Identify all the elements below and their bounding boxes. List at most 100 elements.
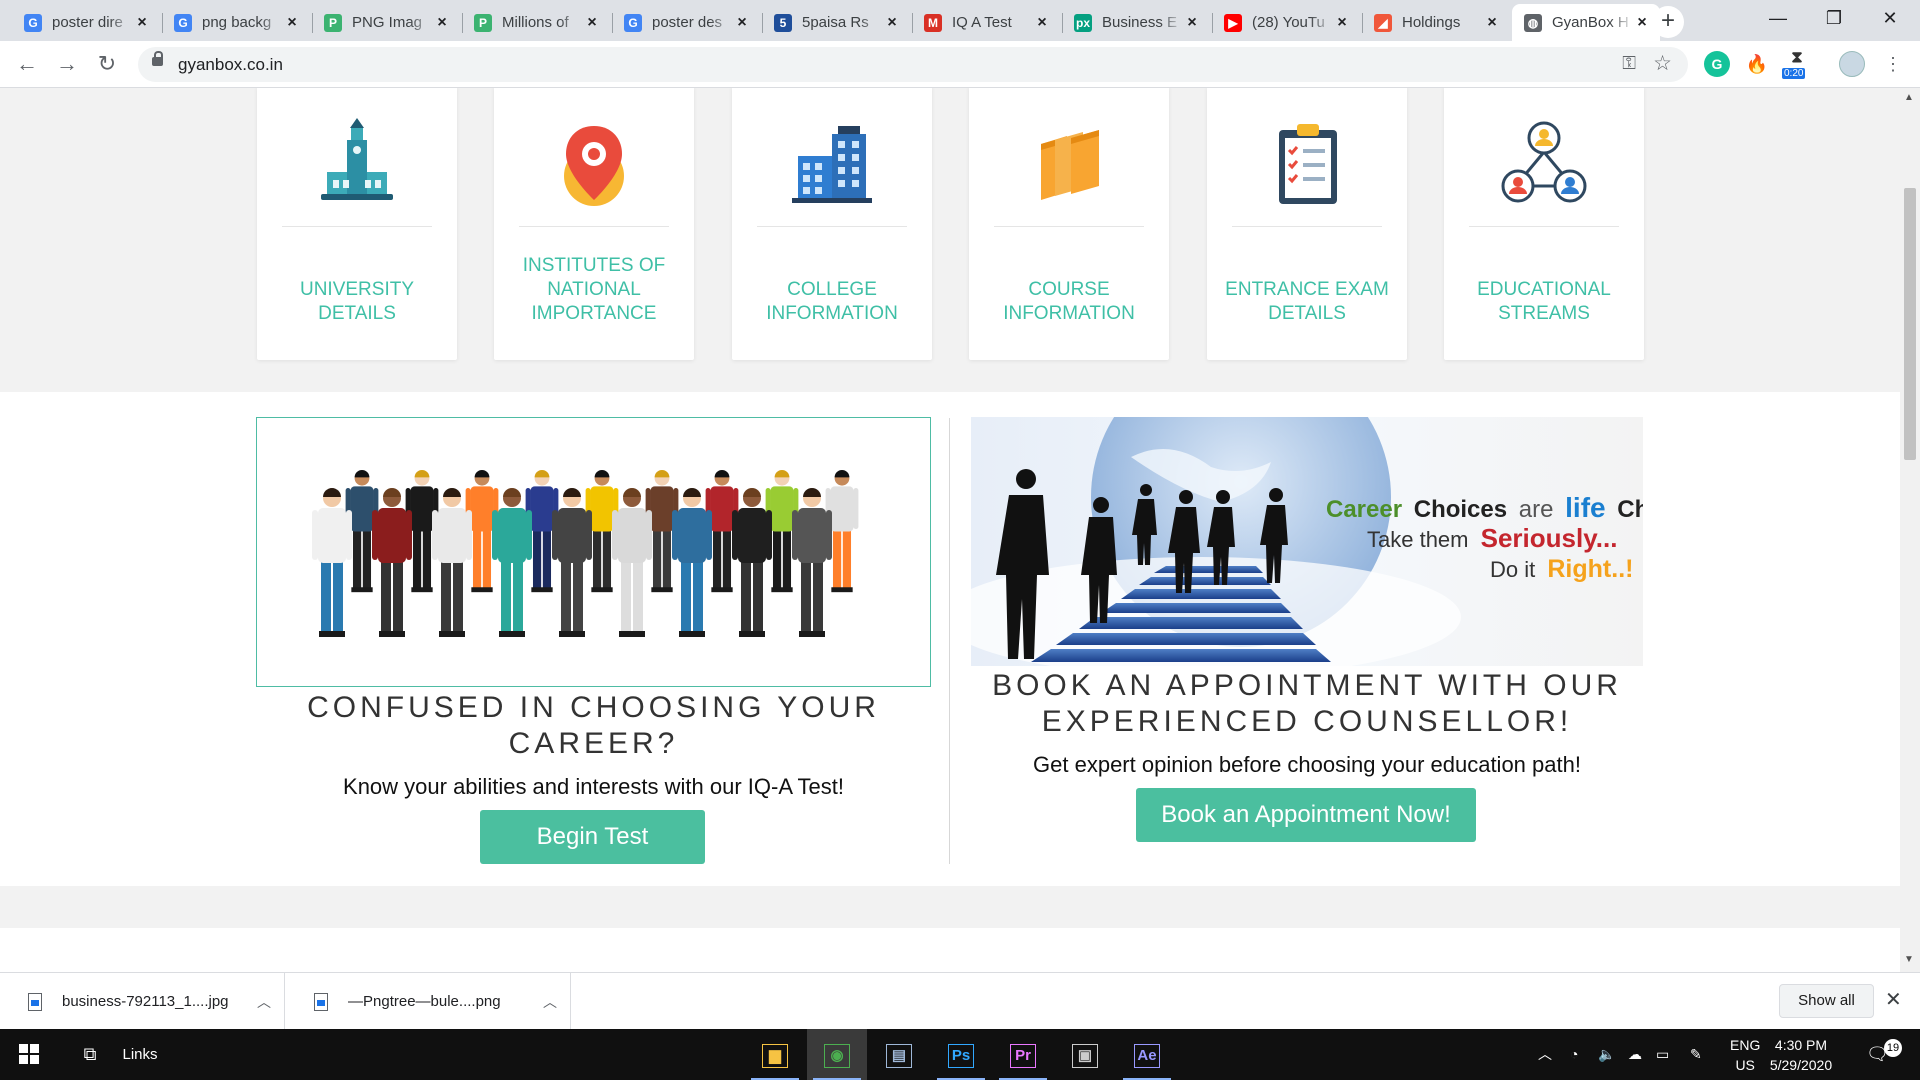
- tab-title[interactable]: GyanBox H: [1552, 14, 1634, 31]
- begin-test-button[interactable]: Begin Test: [480, 810, 705, 864]
- close-icon[interactable]: ✕: [1885, 987, 1902, 1012]
- lock-icon[interactable]: [152, 51, 163, 66]
- card-entrance-exam-details[interactable]: ENTRANCE EXAM DETAILS: [1207, 88, 1407, 360]
- download-item[interactable]: —Pngtree—bule....png ︿: [286, 973, 571, 1030]
- card-label[interactable]: EDUCATIONAL STREAMS: [1454, 278, 1634, 326]
- tab-title[interactable]: 5paisa Rs: [802, 14, 884, 31]
- minimize-button[interactable]: —: [1750, 0, 1806, 36]
- close-tab-icon[interactable]: ×: [584, 14, 600, 32]
- tab-title[interactable]: Business E: [1102, 14, 1184, 31]
- close-tab-icon[interactable]: ×: [134, 14, 150, 32]
- photoshop-icon[interactable]: Ps: [931, 1029, 991, 1080]
- restore-button[interactable]: ❐: [1806, 0, 1862, 36]
- app-icon[interactable]: ▣: [1055, 1029, 1115, 1080]
- files-icon[interactable]: ▤: [869, 1029, 929, 1080]
- clock-time: 4:30 PM: [1774, 1037, 1828, 1053]
- browser-tab[interactable]: P PNG Imag ×: [312, 4, 460, 41]
- tab-title[interactable]: Millions of: [502, 14, 584, 31]
- browser-tab[interactable]: ▶ (28) YouTu ×: [1212, 4, 1360, 41]
- tab-title[interactable]: IQ A Test: [952, 14, 1034, 31]
- books-icon: [1041, 130, 1099, 200]
- chrome-icon[interactable]: ◉: [807, 1029, 867, 1080]
- tab-title[interactable]: poster dire: [52, 14, 134, 31]
- url-text[interactable]: gyanbox.co.in: [178, 55, 283, 75]
- browser-tab[interactable]: 5 5paisa Rs ×: [762, 4, 910, 41]
- browser-toolbar: ← → ↻ gyanbox.co.in ⚿ ☆ G 🔥 ⧗ 0:20 ⋮: [0, 41, 1920, 88]
- volume-icon[interactable]: 🔈: [1598, 1029, 1615, 1080]
- menu-icon[interactable]: ⋮: [1876, 47, 1910, 81]
- download-filename[interactable]: —Pngtree—bule....png: [348, 993, 530, 1010]
- cloud-icon[interactable]: ☁: [1628, 1029, 1642, 1080]
- download-filename[interactable]: business-792113_1....jpg: [62, 993, 244, 1010]
- grammarly-icon[interactable]: G: [1704, 51, 1730, 77]
- browser-tab[interactable]: px Business E ×: [1062, 4, 1210, 41]
- new-tab-button[interactable]: +: [1652, 6, 1684, 38]
- scroll-down-icon[interactable]: ▼: [1904, 954, 1914, 965]
- back-icon[interactable]: ←: [10, 47, 44, 81]
- card-institutes-national-importance[interactable]: INSTITUTES OF NATIONAL IMPORTANCE: [494, 88, 694, 360]
- card-college-information[interactable]: COLLEGE INFORMATION: [732, 88, 932, 360]
- profile-avatar[interactable]: [1839, 51, 1865, 77]
- close-window-button[interactable]: ✕: [1862, 0, 1918, 36]
- close-tab-icon[interactable]: ×: [1484, 14, 1500, 32]
- tab-title[interactable]: (28) YouTu: [1252, 14, 1334, 31]
- links-toolbar[interactable]: Links: [118, 1029, 162, 1080]
- forward-icon[interactable]: →: [50, 47, 84, 81]
- bookmark-star-icon[interactable]: ☆: [1653, 51, 1672, 76]
- close-tab-icon[interactable]: ×: [284, 14, 300, 32]
- flame-extension-icon[interactable]: 🔥: [1744, 51, 1770, 77]
- card-label[interactable]: UNIVERSITY DETAILS: [267, 278, 447, 326]
- chevron-up-icon[interactable]: ︿: [244, 992, 284, 1012]
- card-label[interactable]: INSTITUTES OF NATIONAL IMPORTANCE: [504, 254, 684, 326]
- notifications-icon[interactable]: 🗨: [1866, 1029, 1889, 1080]
- chevron-up-icon[interactable]: ︿: [1538, 1029, 1552, 1080]
- after-effects-icon[interactable]: Ae: [1117, 1029, 1177, 1080]
- browser-tab[interactable]: Gposter des ×: [612, 4, 760, 41]
- key-icon[interactable]: ⚿: [1622, 53, 1636, 74]
- close-tab-icon[interactable]: ×: [1634, 14, 1650, 32]
- card-divider: [757, 226, 907, 227]
- book-appointment-button[interactable]: Book an Appointment Now!: [1136, 788, 1476, 842]
- card-divider: [519, 226, 669, 227]
- card-course-information[interactable]: COURSE INFORMATION: [969, 88, 1169, 360]
- browser-tab[interactable]: Gposter dire ×: [12, 4, 160, 41]
- card-label[interactable]: COURSE INFORMATION: [979, 278, 1159, 326]
- tab-title[interactable]: PNG Imag: [352, 14, 434, 31]
- scrollbar-thumb[interactable]: [1904, 188, 1916, 460]
- close-tab-icon[interactable]: ×: [434, 14, 450, 32]
- browser-tab[interactable]: Gpng backg ×: [162, 4, 310, 41]
- tab-title[interactable]: Holdings: [1402, 14, 1484, 31]
- premiere-icon[interactable]: Pr: [993, 1029, 1053, 1080]
- browser-tab[interactable]: M IQ A Test ×: [912, 4, 1060, 41]
- close-tab-icon[interactable]: ×: [884, 14, 900, 32]
- card-label[interactable]: COLLEGE INFORMATION: [742, 278, 922, 326]
- card-label[interactable]: ENTRANCE EXAM DETAILS: [1217, 278, 1397, 326]
- system-clock[interactable]: 4:30 PM 5/29/2020: [1756, 1035, 1846, 1075]
- address-bar[interactable]: gyanbox.co.in ⚿ ☆: [138, 47, 1688, 82]
- close-tab-icon[interactable]: ×: [1184, 14, 1200, 32]
- browser-tab[interactable]: ◍ GyanBox H ×: [1512, 4, 1660, 41]
- download-item[interactable]: business-792113_1....jpg ︿: [0, 973, 285, 1030]
- network-icon[interactable]: ◔: [1570, 1029, 1578, 1080]
- reload-icon[interactable]: ↻: [90, 47, 124, 81]
- file-explorer-icon[interactable]: ▆: [745, 1029, 805, 1080]
- tab-title[interactable]: png backg: [202, 14, 284, 31]
- close-tab-icon[interactable]: ×: [1334, 14, 1350, 32]
- page-scrollbar[interactable]: ▲ ▼: [1900, 88, 1920, 972]
- battery-icon[interactable]: ▭: [1656, 1029, 1669, 1080]
- banner-word: Career: [1326, 496, 1402, 523]
- chevron-up-icon[interactable]: ︿: [530, 992, 570, 1012]
- card-educational-streams[interactable]: EDUCATIONAL STREAMS: [1444, 88, 1644, 360]
- network-people-icon: [1501, 121, 1587, 203]
- pen-icon[interactable]: ✎: [1690, 1029, 1702, 1080]
- card-university-details[interactable]: UNIVERSITY DETAILS: [257, 88, 457, 360]
- close-tab-icon[interactable]: ×: [734, 14, 750, 32]
- browser-tab[interactable]: ◢ Holdings ×: [1362, 4, 1510, 41]
- browser-tab[interactable]: P Millions of ×: [462, 4, 610, 41]
- show-all-button[interactable]: Show all: [1779, 984, 1874, 1018]
- task-view-icon[interactable]: ⧉: [70, 1029, 110, 1080]
- windows-start-icon[interactable]: [0, 1029, 58, 1080]
- tab-title[interactable]: poster des: [652, 14, 734, 31]
- scroll-up-icon[interactable]: ▲: [1904, 92, 1914, 103]
- close-tab-icon[interactable]: ×: [1034, 14, 1050, 32]
